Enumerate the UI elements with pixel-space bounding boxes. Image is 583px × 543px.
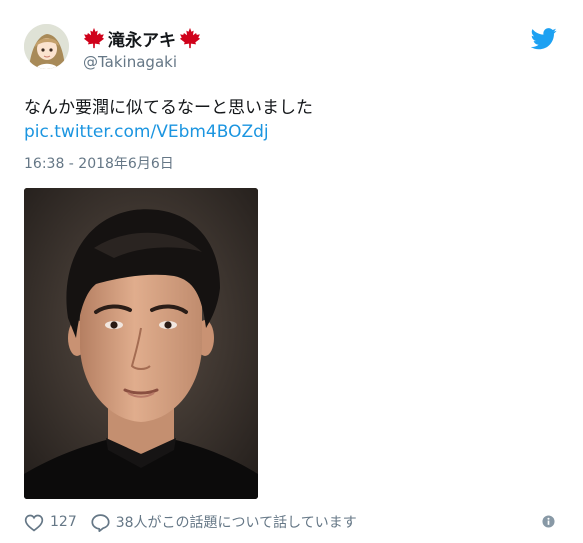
tweet-timestamp[interactable]: 16:38 - 2018年6月6日 [24, 153, 174, 173]
display-name-text[interactable]: 滝永アキ [108, 26, 176, 51]
heart-icon [24, 514, 44, 531]
like-count: 127 [50, 514, 77, 530]
like-button[interactable]: 127 [24, 513, 77, 532]
anime-avatar [24, 24, 69, 69]
tweet-media-link[interactable]: pic.twitter.com/VEbm4BOZdj [24, 122, 269, 142]
tweet-actions: 127 38人がこの話題について話しています [24, 511, 357, 533]
info-icon[interactable] [542, 515, 555, 528]
photo-of-man [24, 188, 258, 499]
conversation-text: 38人がこの話題について話しています [115, 515, 357, 531]
user-handle[interactable]: @Takinagaki [83, 53, 177, 71]
maple-leaf-icon [179, 27, 201, 49]
twitter-bird-icon[interactable] [531, 28, 557, 50]
display-name[interactable]: 滝永アキ [83, 24, 201, 52]
avatar[interactable] [24, 24, 69, 69]
conversation-button[interactable]: 38人がこの話題について話しています [90, 512, 357, 532]
speech-bubble-icon [91, 513, 110, 532]
tweet-photo[interactable] [24, 188, 258, 499]
tweet-text: なんか要潤に似てるなーと思いました [24, 98, 313, 118]
maple-leaf-icon [83, 27, 105, 49]
